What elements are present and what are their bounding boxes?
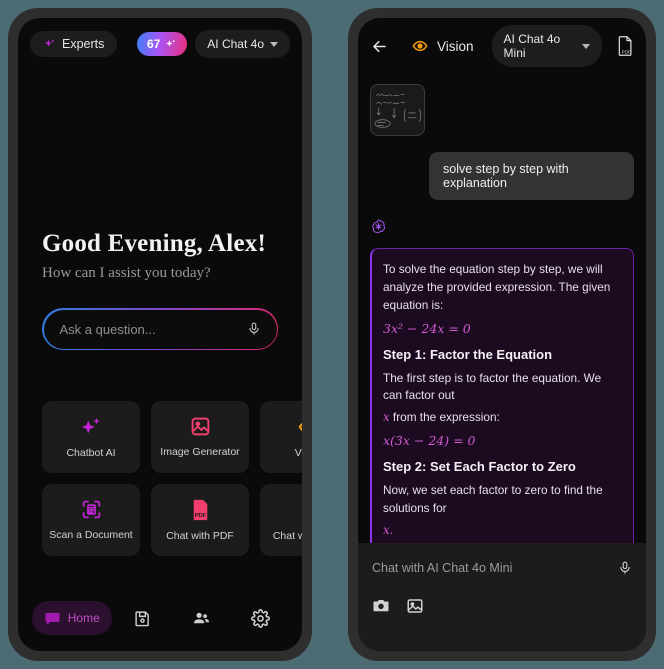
attachment-buttons [372, 597, 632, 615]
pdf-file-icon: PDF [190, 499, 211, 521]
card-label: Vision [294, 446, 302, 459]
gallery-icon[interactable] [406, 597, 424, 615]
step2-text: Now, we set each factor to zero to find … [383, 483, 603, 515]
nav-item-community[interactable] [174, 601, 229, 635]
user-message-row: solve step by step with explanation [358, 136, 646, 200]
step1-heading: Step 1: Factor the Equation [383, 346, 553, 362]
eye-icon [412, 38, 428, 54]
chevron-down-icon [582, 43, 590, 49]
card-label: Chat with PDF [166, 529, 234, 542]
model-selector-left[interactable]: AI Chat 4o [195, 30, 290, 58]
excel-file-icon: X [299, 499, 303, 521]
chat-bubble-icon [44, 610, 61, 627]
card-label: Chat with Excel [272, 529, 302, 542]
left-screen: Experts 67 AI Chat 4o Good Evening, Alex… [18, 18, 302, 651]
right-header: Vision AI Chat 4o Mini PDF [358, 18, 646, 74]
openai-logo-icon [370, 218, 387, 235]
step1-text: The first step is to factor the equation… [383, 370, 602, 403]
eye-icon [298, 416, 302, 438]
arrow-left-icon[interactable] [370, 37, 389, 56]
svg-text:PDF: PDF [622, 50, 631, 55]
card-label: Scan a Document [49, 529, 133, 541]
handwritten-equation-sketch [374, 93, 421, 128]
chat-body[interactable]: solve step by step with explanation To s… [358, 74, 646, 543]
screenshot-stage: Experts 67 AI Chat 4o Good Evening, Alex… [0, 0, 664, 669]
nav-item-label: Home [67, 611, 100, 625]
assistant-intro: To solve the equation step by step, we w… [383, 262, 611, 312]
equation-1: 3x² − 24x = 0 [383, 320, 471, 336]
sparkle-icon [43, 38, 56, 51]
card-chatbot-ai[interactable]: Chatbot AI [42, 401, 140, 473]
phone-right: Vision AI Chat 4o Mini PDF solve step by… [348, 8, 656, 661]
page-title: Good Evening, Alex! [42, 230, 266, 257]
chat-input-placeholder[interactable]: Chat with AI Chat 4o Mini [372, 561, 618, 575]
experts-button[interactable]: Experts [30, 31, 118, 57]
step1-text2: from the expression: [389, 410, 500, 425]
credits-badge[interactable]: 67 [136, 32, 188, 56]
card-chat-with-excel[interactable]: X Chat with Excel [260, 484, 302, 556]
vision-title: Vision [437, 38, 474, 54]
nav-item-saved[interactable] [116, 601, 171, 635]
people-icon [192, 609, 211, 628]
model-selector-right[interactable]: AI Chat 4o Mini [491, 25, 602, 67]
attachment-thumbnail[interactable] [370, 84, 425, 136]
card-scan-document[interactable]: Scan a Document [42, 484, 140, 556]
ask-input-placeholder[interactable]: Ask a question... [60, 322, 247, 337]
bottom-navigation: Home [18, 597, 302, 639]
microphone-icon[interactable] [618, 561, 632, 575]
greeting-subtitle: How can I assist you today? [42, 265, 211, 281]
card-vision[interactable]: Vision [260, 401, 302, 473]
equation-2: x(3x − 24) = 0 [383, 433, 476, 449]
step2-heading: Step 2: Set Each Factor to Zero [383, 459, 576, 475]
ask-section: Ask a question... [18, 308, 302, 350]
sparkle-icon [80, 416, 102, 438]
model-selector-label: AI Chat 4o [207, 37, 264, 51]
assistant-message-bubble: To solve the equation step by step, we w… [370, 248, 634, 543]
card-label: Image Generator [160, 446, 240, 458]
gear-icon [251, 608, 270, 628]
experts-label: Experts [62, 37, 105, 51]
nav-item-settings[interactable] [233, 601, 288, 635]
scan-icon [81, 499, 102, 520]
phone-left: Experts 67 AI Chat 4o Good Evening, Alex… [8, 8, 312, 661]
user-message-bubble: solve step by step with explanation [429, 152, 634, 200]
step2-variable: x. [383, 522, 394, 537]
right-screen: Vision AI Chat 4o Mini PDF solve step by… [358, 18, 646, 651]
pdf-file-icon[interactable]: PDF [617, 36, 634, 56]
chevron-down-icon [270, 41, 278, 47]
microphone-icon[interactable] [247, 322, 261, 336]
sparkle-icon [164, 38, 177, 51]
chat-input-area: Chat with AI Chat 4o Mini [358, 543, 646, 651]
card-chat-with-pdf[interactable]: PDF Chat with PDF [151, 484, 249, 556]
card-image-generator[interactable]: Image Generator [151, 401, 249, 473]
card-label: Chatbot AI [66, 446, 116, 459]
credits-count: 67 [146, 37, 161, 51]
svg-text:PDF: PDF [194, 512, 206, 518]
greeting-section: Good Evening, Alex! How can I assist you… [18, 230, 302, 282]
ask-input-wrapper[interactable]: Ask a question... [42, 308, 278, 350]
image-icon [190, 416, 211, 437]
left-header: Experts 67 AI Chat 4o [18, 18, 302, 70]
chat-input-row[interactable]: Chat with AI Chat 4o Mini [372, 561, 632, 575]
save-icon [134, 610, 151, 627]
camera-icon[interactable] [372, 597, 390, 615]
step1-variable: x [383, 410, 390, 425]
assistant-avatar [370, 218, 646, 240]
feature-cards-grid: Chatbot AI Image Generator V Scan a Docu… [42, 401, 302, 556]
nav-item-home[interactable]: Home [32, 601, 112, 635]
model-selector-label: AI Chat 4o Mini [503, 32, 561, 60]
step1-variable-line: x from the expression: [383, 409, 622, 427]
